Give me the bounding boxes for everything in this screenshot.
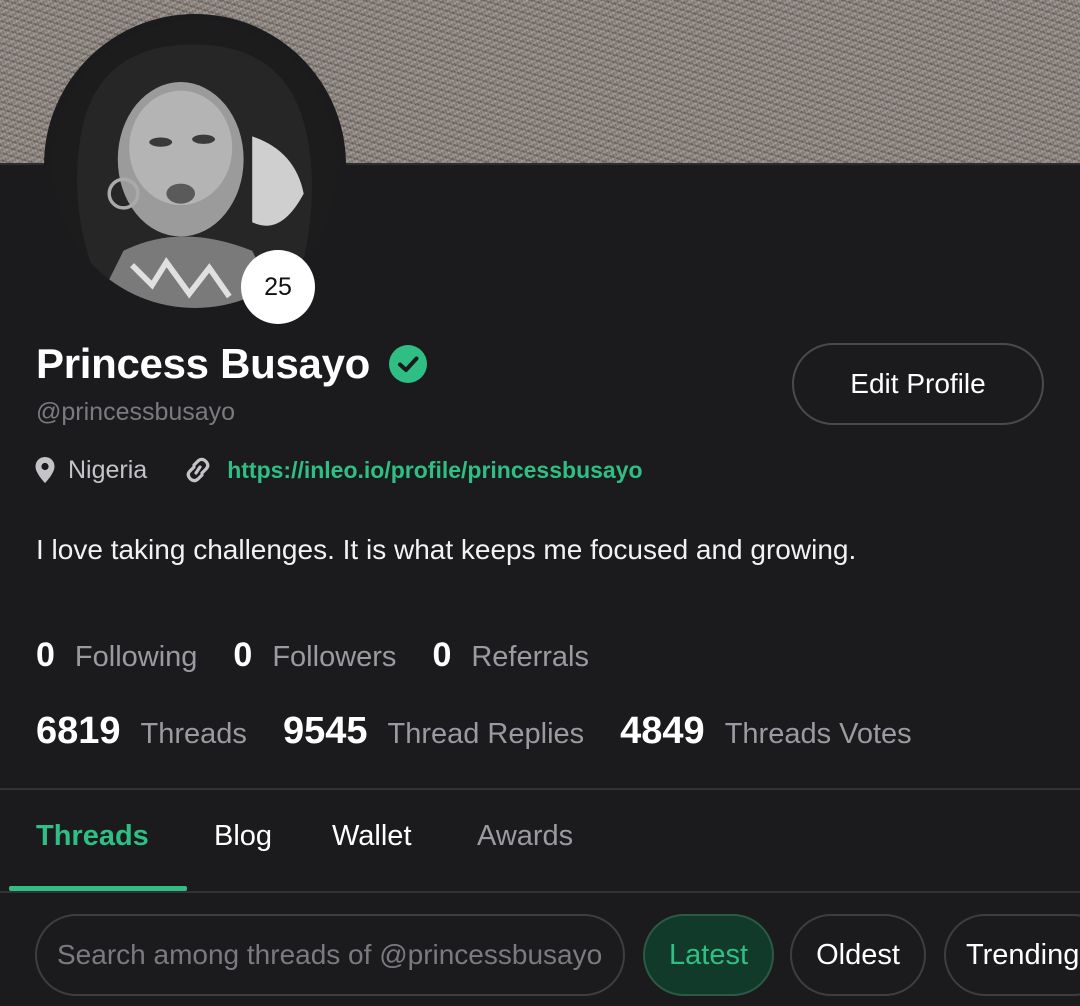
profile-link[interactable]: https://inleo.io/profile/princessbusayo [227, 457, 642, 484]
profile-meta: Nigeria https://inleo.io/profile/princes… [34, 450, 643, 490]
sort-trending-button[interactable]: Trending [944, 914, 1080, 996]
search-input[interactable] [57, 939, 603, 971]
followers-label: Followers [272, 641, 397, 673]
votes-stat: 4849 Threads Votes [620, 710, 912, 753]
sort-oldest-button[interactable]: Oldest [790, 914, 926, 996]
referrals-count: 0 [432, 636, 452, 674]
level-badge: 25 [241, 250, 315, 324]
tab-blog[interactable]: Blog [214, 820, 272, 853]
votes-label: Threads Votes [724, 718, 912, 750]
threads-stat: 6819 Threads [36, 710, 247, 753]
referrals-stat[interactable]: 0 Referrals [432, 636, 589, 675]
activity-stats: 6819 Threads 9545 Thread Replies 4849 Th… [36, 710, 948, 753]
followers-count: 0 [233, 636, 253, 674]
replies-label: Thread Replies [387, 718, 585, 750]
tab-threads[interactable]: Threads [36, 820, 149, 853]
referrals-label: Referrals [471, 641, 590, 673]
replies-stat: 9545 Thread Replies [283, 710, 584, 753]
link-icon [186, 457, 210, 483]
tab-wallet[interactable]: Wallet [332, 820, 412, 853]
followers-stat[interactable]: 0 Followers [233, 636, 396, 675]
location-text: Nigeria [68, 455, 148, 484]
map-pin-icon [35, 457, 55, 483]
name-row: Princess Busayo [36, 340, 428, 388]
profile-name: Princess Busayo [36, 340, 371, 387]
votes-count: 4849 [620, 710, 705, 752]
following-stat[interactable]: 0 Following [36, 636, 197, 675]
sort-latest-button[interactable]: Latest [643, 914, 774, 996]
edit-profile-button[interactable]: Edit Profile [792, 343, 1044, 425]
thread-search[interactable] [35, 914, 625, 996]
following-label: Following [74, 641, 198, 673]
profile-page: 25 Princess Busayo @princessbusayo Edit … [0, 0, 1080, 1006]
threads-count: 6819 [36, 710, 121, 752]
social-stats: 0 Following 0 Followers 0 Referrals [36, 636, 625, 675]
threads-label: Threads [140, 718, 247, 750]
tabs-divider-bottom [0, 891, 1080, 893]
profile-bio: I love taking challenges. It is what kee… [36, 534, 857, 565]
profile-handle: @princessbusayo [36, 398, 236, 426]
profile-tabs: Threads Blog Wallet Awards [0, 790, 1080, 892]
following-count: 0 [36, 636, 55, 674]
tab-awards[interactable]: Awards [477, 820, 573, 853]
check-badge-icon [389, 345, 428, 383]
replies-count: 9545 [282, 710, 368, 752]
